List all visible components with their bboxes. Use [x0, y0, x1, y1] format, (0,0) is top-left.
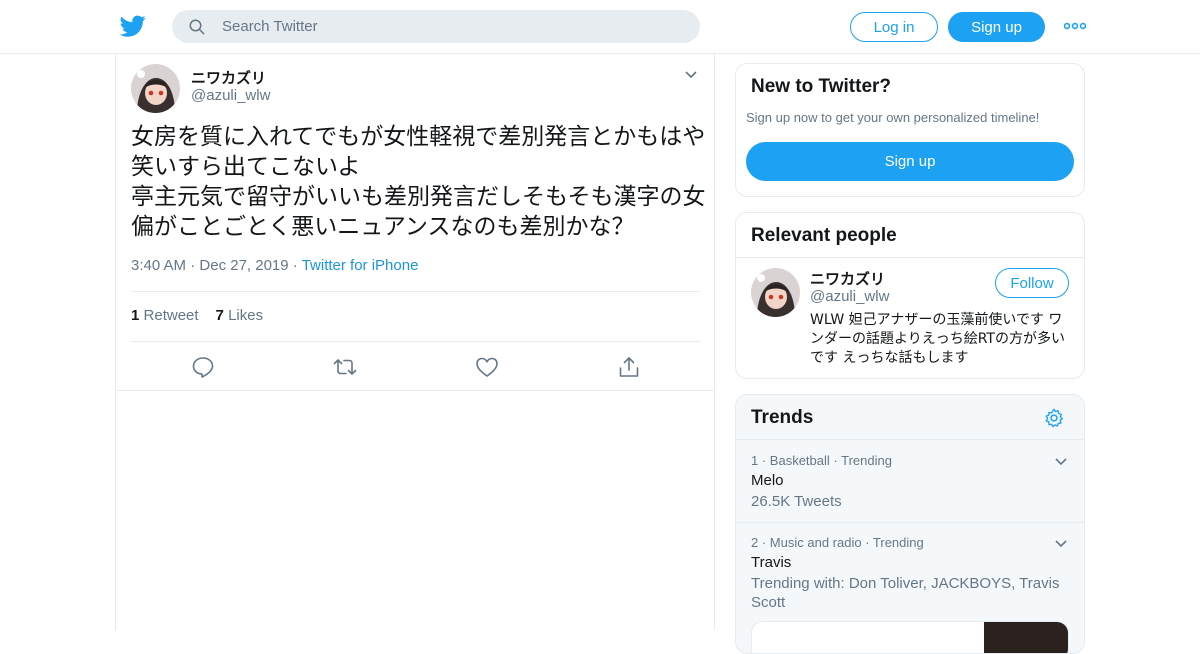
search-icon	[189, 19, 205, 35]
tweet-metadata: 3:40 AM · Dec 27, 2019 · Twitter for iPh…	[131, 257, 418, 274]
log-in-button[interactable]: Log in	[850, 12, 938, 42]
more-options-icon[interactable]	[1064, 18, 1086, 34]
tweet-text: 女房を質に入れてでもが女性軽視で差別発言とかもはや笑いすら出てこないよ 亭主元気…	[131, 124, 706, 240]
sign-up-button[interactable]: Sign up	[948, 12, 1045, 42]
card-title: Relevant people	[751, 225, 897, 246]
trend-item[interactable]: 2 · Music and radio · Trending Travis Tr…	[751, 535, 1071, 612]
trend-category: Basketball	[769, 453, 830, 468]
sign-up-button[interactable]: Sign up	[746, 142, 1074, 181]
divider	[736, 257, 1084, 258]
divider	[736, 439, 1084, 440]
divider	[116, 390, 714, 391]
trend-rank: 2	[751, 535, 759, 550]
retweet-label: Retweet	[143, 307, 199, 324]
trend-category: Music and radio	[769, 535, 862, 550]
share-icon[interactable]	[617, 356, 641, 378]
heart-icon[interactable]	[475, 356, 499, 378]
card-title: Trends	[751, 407, 814, 428]
card-subtitle: Sign up now to get your own personalized…	[746, 110, 1040, 125]
search-bar[interactable]	[172, 10, 700, 43]
trend-item[interactable]: 1 · Basketball · Trending Melo 26.5K Twe…	[751, 453, 1071, 511]
divider	[736, 522, 1084, 523]
tweet-detail-column: ニワカズリ @azuli_wlw 女房を質に入れてでもが女性軽視で差別発言とかも…	[115, 54, 715, 630]
reply-icon[interactable]	[191, 356, 215, 378]
trend-name: Travis	[751, 554, 792, 571]
tweet-stats: 1 Retweet 7 Likes	[131, 307, 263, 324]
trend-count: Trending with: Don Toliver, JACKBOYS, Tr…	[751, 575, 1060, 611]
relevant-people-card: Relevant people ニワカズリ @azuli_wlw Follow …	[735, 212, 1085, 379]
separator-dot: ·	[292, 257, 302, 274]
search-input[interactable]	[222, 10, 682, 43]
tweet-date: Dec 27, 2019	[199, 257, 289, 274]
top-navigation-bar: Log in Sign up	[0, 0, 1200, 54]
author-handle[interactable]: @azuli_wlw	[191, 87, 270, 104]
chevron-down-icon[interactable]	[684, 70, 698, 80]
trends-card: Trends 1 · Basketball · Trending Melo 26…	[735, 394, 1085, 654]
avatar-image	[751, 268, 800, 317]
person-bio: WLW 妲己アナザーの玉藻前使いです ワンダーの話題よりえっち絵RTの方が多いで…	[810, 312, 1065, 366]
like-count: 7	[215, 307, 224, 324]
trend-context: 1 · Basketball · Trending	[751, 453, 892, 468]
avatar[interactable]	[751, 268, 800, 317]
tweet-time: 3:40 AM	[131, 257, 187, 274]
chevron-down-icon[interactable]	[1054, 539, 1068, 549]
trend-name: Melo	[751, 472, 784, 489]
avatar[interactable]	[131, 64, 180, 113]
trend-media-preview[interactable]	[751, 621, 1069, 653]
trend-thumbnail	[984, 622, 1068, 653]
author-name[interactable]: ニワカズリ	[191, 67, 266, 88]
new-to-twitter-card: New to Twitter? Sign up now to get your …	[735, 63, 1085, 197]
card-title: New to Twitter?	[751, 76, 892, 97]
divider	[131, 291, 700, 292]
trend-rank: 1	[751, 453, 759, 468]
trend-status: Trending	[872, 535, 924, 550]
likes-stat[interactable]: 7 Likes	[216, 307, 264, 324]
retweet-icon[interactable]	[333, 356, 357, 378]
divider	[131, 341, 700, 342]
twitter-bird-logo-icon[interactable]	[120, 13, 146, 39]
chevron-down-icon[interactable]	[1054, 457, 1068, 467]
trend-context: 2 · Music and radio · Trending	[751, 535, 924, 550]
follow-button[interactable]: Follow	[995, 268, 1069, 298]
retweet-stat[interactable]: 1 Retweet	[131, 307, 199, 324]
avatar-image	[131, 64, 180, 113]
likes-label: Likes	[228, 307, 264, 324]
retweet-count: 1	[131, 307, 140, 324]
person-name[interactable]: ニワカズリ	[810, 268, 885, 289]
gear-icon[interactable]	[1044, 408, 1064, 428]
person-handle[interactable]: @azuli_wlw	[810, 288, 889, 305]
trend-status: Trending	[841, 453, 892, 468]
tweet-source-link[interactable]: Twitter for iPhone	[302, 257, 419, 274]
trend-count: 26.5K Tweets	[751, 493, 842, 510]
separator-dot: ·	[190, 257, 200, 274]
